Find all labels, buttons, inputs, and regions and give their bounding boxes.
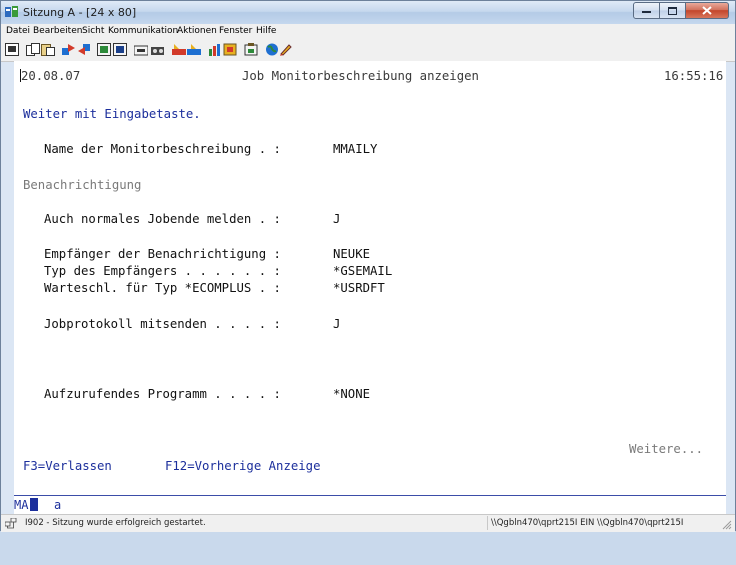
- joblog-label: Jobprotokoll mitsenden . . . . :: [44, 317, 281, 331]
- recipient-type-value: *GSEMAIL: [333, 264, 393, 278]
- edit-icon[interactable]: [279, 43, 293, 56]
- chart-icon[interactable]: [208, 43, 222, 56]
- toolbar: [1, 39, 735, 62]
- connection-info: \\Qgbln470\qprt215I EIN \\Qgbln470\qprt2…: [487, 516, 721, 530]
- paste-icon[interactable]: [41, 43, 55, 56]
- monitor-name-label: Name der Monitorbeschreibung . :: [44, 142, 281, 156]
- playback-icon[interactable]: [172, 43, 186, 56]
- menu-hilfe[interactable]: Hilfe: [256, 26, 276, 36]
- menu-datei[interactable]: Datei: [6, 26, 30, 36]
- screen-time: 16:55:16: [664, 69, 724, 83]
- minimize-icon: [642, 10, 651, 13]
- keyboard-icon[interactable]: [113, 43, 127, 56]
- more-indicator: Weitere...: [629, 442, 704, 456]
- normal-end-value: J: [333, 212, 341, 226]
- f3-exit-key[interactable]: F3=Verlassen: [23, 459, 112, 473]
- window-controls: [633, 2, 729, 20]
- menu-bar: Datei Bearbeiten Sicht Kommunikation Akt…: [1, 24, 735, 39]
- status-message: I902 - Sitzung wurde erfolgreich gestart…: [25, 518, 206, 528]
- instruction-text: Weiter mit Eingabetaste.: [23, 107, 201, 121]
- operator-info-area: MA a: [14, 496, 726, 514]
- queue-value: *USRDFT: [333, 281, 385, 295]
- f12-previous-key[interactable]: F12=Vorherige Anzeige: [165, 459, 320, 473]
- maximize-icon: [668, 6, 677, 15]
- resize-grip-icon[interactable]: [722, 520, 732, 530]
- joblog-value: J: [333, 317, 341, 331]
- minimize-button[interactable]: [633, 2, 660, 19]
- recipient-type-label: Typ des Empfängers . . . . . . :: [44, 264, 281, 278]
- session-app-icon: [5, 6, 18, 17]
- menu-sicht[interactable]: Sicht: [82, 26, 104, 36]
- oia-mode: MA: [14, 498, 29, 512]
- network-status-icon: [5, 518, 17, 529]
- menu-aktionen[interactable]: Aktionen: [177, 26, 217, 36]
- menu-kommunikation[interactable]: Kommunikation: [108, 26, 178, 36]
- menu-fenster[interactable]: Fenster: [219, 26, 252, 36]
- close-button[interactable]: [686, 2, 729, 19]
- record-icon[interactable]: [151, 43, 165, 56]
- window-title: Sitzung A - [24 x 80]: [23, 6, 137, 19]
- receive-icon[interactable]: [77, 43, 91, 56]
- screen-title: Job Monitorbeschreibung anzeigen: [242, 69, 479, 83]
- globe-icon[interactable]: [265, 43, 279, 56]
- title-bar[interactable]: Sitzung A - [24 x 80]: [1, 1, 735, 24]
- clipboard-icon[interactable]: [223, 43, 237, 56]
- terminal-window: Sitzung A - [24 x 80] Datei Bearbeiten S…: [0, 0, 736, 532]
- color-icon[interactable]: [187, 43, 201, 56]
- section-notification: Benachrichtigung: [23, 178, 142, 192]
- terminal-screen[interactable]: 20.08.07 Job Monitorbeschreibung anzeige…: [14, 61, 726, 495]
- queue-label: Warteschl. für Typ *ECOMPLUS . :: [44, 281, 281, 295]
- macro-icon[interactable]: [134, 43, 148, 56]
- monitor-name-value: MMAILY: [333, 142, 378, 156]
- screen-date: 20.08.07: [21, 69, 81, 83]
- oia-indicator: a: [54, 498, 62, 512]
- normal-end-label: Auch normales Jobende melden . :: [44, 212, 281, 226]
- send-icon[interactable]: [62, 43, 76, 56]
- display-icon[interactable]: [97, 43, 111, 56]
- clipboard-icon[interactable]: [244, 43, 258, 56]
- print-screen-icon[interactable]: [5, 43, 19, 56]
- program-value: *NONE: [333, 387, 371, 401]
- menu-bearbeiten[interactable]: Bearbeiten: [33, 26, 82, 36]
- oia-cursor-block: [30, 498, 38, 511]
- status-bar: I902 - Sitzung wurde erfolgreich gestart…: [1, 514, 735, 532]
- recipient-value: NEUKE: [333, 247, 371, 261]
- copy-icon[interactable]: [26, 43, 40, 56]
- maximize-button[interactable]: [660, 2, 686, 19]
- recipient-label: Empfänger der Benachrichtigung :: [44, 247, 281, 261]
- close-icon: [702, 6, 712, 15]
- program-label: Aufzurufendes Programm . . . . :: [44, 387, 281, 401]
